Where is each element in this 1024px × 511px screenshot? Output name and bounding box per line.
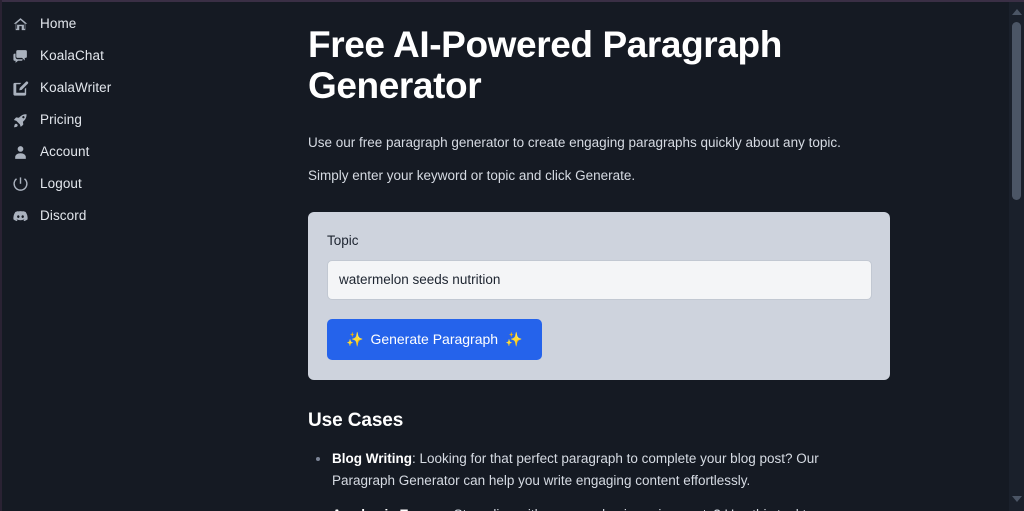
sidebar-item-label: Account [40,144,90,160]
chat-bubbles-icon [12,48,29,65]
sidebar-item-label: Home [40,16,77,32]
generate-paragraph-button[interactable]: ✨ Generate Paragraph ✨ [327,318,542,360]
sidebar-item-label: KoalaWriter [40,80,112,96]
sparkle-left-icon: ✨ [346,331,364,348]
topic-label: Topic [327,233,359,249]
generator-form-card: Topic ✨ Generate Paragraph ✨ [308,212,890,380]
sidebar-item-koalawriter[interactable]: KoalaWriter [0,72,282,104]
sparkle-right-icon: ✨ [505,331,523,348]
sidebar-item-logout[interactable]: Logout [0,168,282,200]
sidebar-item-label: Pricing [40,112,82,128]
power-icon [12,176,29,193]
list-item: Academic Essays: Struggling with your ac… [308,504,853,511]
scroll-down-arrow-icon[interactable] [1009,491,1024,507]
intro-paragraph-2: Simply enter your keyword or topic and c… [308,168,636,184]
sidebar-item-pricing[interactable]: Pricing [0,104,282,136]
discord-icon [12,208,29,225]
use-case-title: Academic Essays [332,507,446,511]
sidebar-item-account[interactable]: Account [0,136,282,168]
sidebar-item-label: Discord [40,208,87,224]
window-left-edge [0,0,2,511]
rocket-icon [12,112,29,129]
topic-input[interactable] [327,259,872,300]
app-window: Home KoalaChat KoalaWriter Pricing Accou [0,0,1024,511]
sidebar: Home KoalaChat KoalaWriter Pricing Accou [0,0,282,511]
pencil-square-icon [12,80,29,97]
window-top-edge [0,0,1024,2]
generate-button-label: Generate Paragraph [370,331,499,348]
person-icon [12,144,29,161]
list-item: Blog Writing: Looking for that perfect p… [308,448,853,492]
intro-paragraph-1: Use our free paragraph generator to crea… [308,134,841,150]
sidebar-item-label: KoalaChat [40,48,104,64]
use-cases-list: Blog Writing: Looking for that perfect p… [308,448,998,511]
use-case-title: Blog Writing [332,450,412,466]
sidebar-item-home[interactable]: Home [0,8,282,40]
use-cases-heading: Use Cases [308,409,404,431]
sidebar-item-koalachat[interactable]: KoalaChat [0,40,282,72]
vertical-scrollbar[interactable] [1009,0,1024,511]
home-icon [12,16,29,33]
scroll-up-arrow-icon[interactable] [1009,4,1024,20]
sidebar-item-discord[interactable]: Discord [0,200,282,232]
scrollbar-thumb[interactable] [1012,22,1021,200]
main-content: Free AI-Powered Paragraph Generator Use … [282,0,1024,511]
page-title: Free AI-Powered Paragraph Generator [308,24,782,107]
sidebar-item-label: Logout [40,176,82,192]
